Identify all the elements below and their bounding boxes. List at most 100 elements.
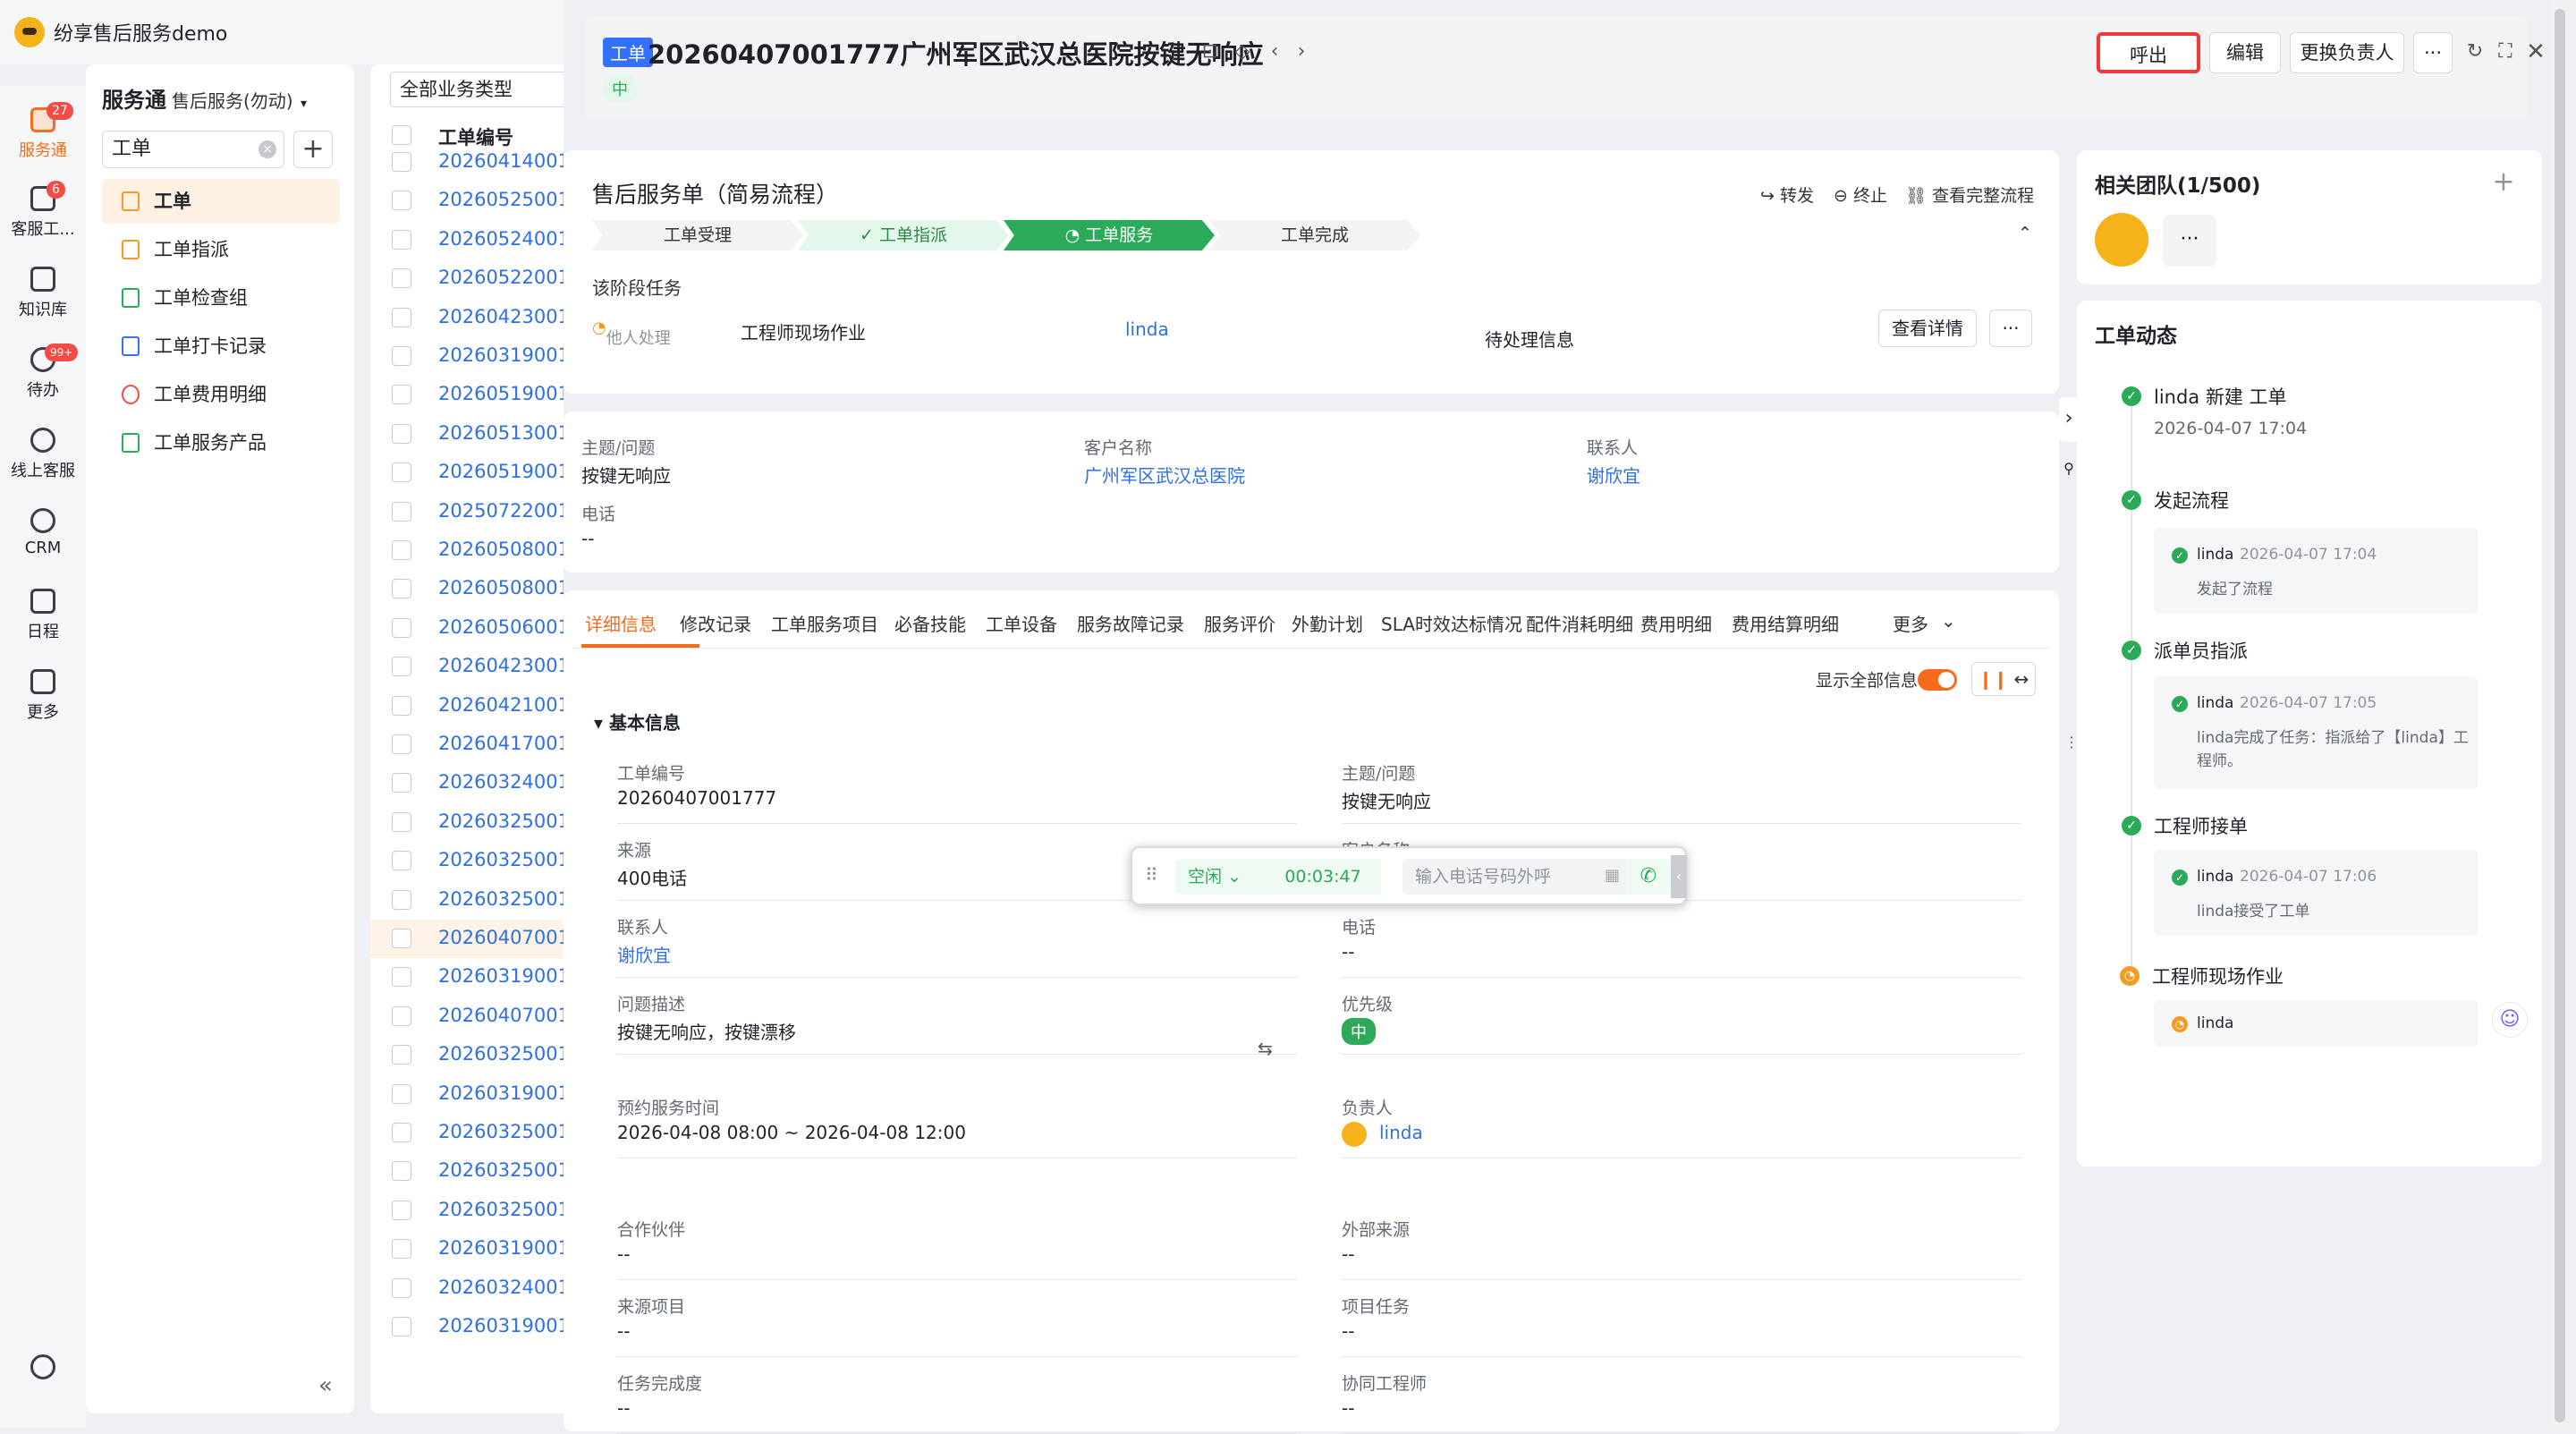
- list-item[interactable]: 202603190017: [370, 958, 564, 997]
- workorder-no[interactable]: 202603190017: [438, 965, 564, 987]
- row-checkbox[interactable]: [392, 501, 411, 522]
- row-checkbox[interactable]: [392, 268, 411, 289]
- settings-button[interactable]: [0, 1354, 86, 1385]
- row-checkbox[interactable]: [392, 695, 411, 716]
- list-item[interactable]: 202605250017: [370, 182, 564, 220]
- lock-icon[interactable]: ⊡: [1197, 39, 1224, 66]
- nav-item-checkin[interactable]: 工单打卡记录: [102, 324, 340, 369]
- rail-item-crm[interactable]: CRM: [0, 508, 86, 557]
- list-item[interactable]: 202604140017: [370, 143, 564, 182]
- workorder-no[interactable]: 202605060017: [438, 616, 564, 638]
- nav-subtitle[interactable]: 售后服务(勿动): [172, 90, 293, 112]
- nav-item-product[interactable]: 工单服务产品: [102, 420, 340, 465]
- next-icon[interactable]: ›: [1288, 39, 1315, 66]
- view-flow-button[interactable]: ⛓ 查看完整流程: [1905, 182, 2034, 207]
- workorder-no[interactable]: 202603240017: [438, 1277, 564, 1298]
- row-checkbox[interactable]: [392, 579, 411, 599]
- more-icon[interactable]: ···: [2413, 32, 2453, 73]
- collapse-up-icon[interactable]: ⌃: [2018, 224, 2032, 243]
- swap-icon[interactable]: ⇆: [1258, 1038, 1273, 1059]
- row-checkbox[interactable]: [392, 811, 411, 832]
- workorder-no[interactable]: 202603190017: [438, 1315, 564, 1336]
- workorder-no[interactable]: 202603250017: [438, 1043, 564, 1065]
- row-checkbox[interactable]: [392, 1200, 411, 1220]
- row-checkbox[interactable]: [392, 734, 411, 754]
- row-checkbox[interactable]: [392, 385, 411, 405]
- row-checkbox[interactable]: [392, 889, 411, 910]
- dial-icon[interactable]: ✆: [1626, 859, 1671, 895]
- workorder-no[interactable]: 202604230017: [438, 655, 564, 676]
- list-item[interactable]: 202605060017: [370, 609, 564, 648]
- tag-icon[interactable]: ◇: [1229, 39, 1256, 66]
- list-item[interactable]: 202605130017: [370, 415, 564, 454]
- workorder-no[interactable]: 202603250017: [438, 1199, 564, 1220]
- workorder-no[interactable]: 202603250017: [438, 849, 564, 870]
- tab-4[interactable]: 工单设备: [986, 610, 1057, 636]
- contact-value[interactable]: 谢欣宜: [617, 941, 671, 967]
- workorder-no[interactable]: 202604070017: [438, 927, 564, 948]
- row-checkbox[interactable]: [392, 657, 411, 677]
- row-checkbox[interactable]: [392, 967, 411, 988]
- clear-icon[interactable]: ×: [258, 140, 276, 158]
- stop-button[interactable]: ⊖ 终止: [1834, 182, 1887, 207]
- workorder-no[interactable]: 202604070017: [438, 1005, 564, 1026]
- row-checkbox[interactable]: [392, 1083, 411, 1104]
- tab-3[interactable]: 必备技能: [894, 610, 966, 636]
- workorder-no[interactable]: 202603190017: [438, 344, 564, 366]
- dial-input[interactable]: 输入电话号码外呼: [1402, 859, 1626, 895]
- change-owner-button[interactable]: 更换负责人: [2290, 32, 2404, 73]
- tab-6[interactable]: 服务评价: [1204, 610, 1275, 636]
- team-add-icon[interactable]: +: [2485, 165, 2522, 202]
- refresh-icon[interactable]: ↻: [2462, 39, 2488, 66]
- workorder-no[interactable]: 202605250017: [438, 189, 564, 210]
- activity-user[interactable]: linda: [2197, 694, 2233, 712]
- page-scrollbar[interactable]: [2551, 0, 2569, 1430]
- fullscreen-icon[interactable]: ⛶: [2492, 39, 2519, 66]
- task-assignee[interactable]: linda: [1125, 318, 1169, 340]
- list-item[interactable]: 202603250017: [370, 881, 564, 920]
- list-item[interactable]: 202605240017: [370, 221, 564, 259]
- row-checkbox[interactable]: [392, 1161, 411, 1182]
- tab-10[interactable]: 费用明细: [1640, 610, 1712, 636]
- list-item[interactable]: 202603250017: [370, 803, 564, 842]
- contact-link[interactable]: 谢欣宜: [1587, 462, 1640, 488]
- chevron-down-icon[interactable]: ⌄: [1941, 610, 1956, 632]
- list-item[interactable]: 202605190017: [370, 376, 564, 414]
- tab-5[interactable]: 服务故障记录: [1077, 610, 1184, 636]
- step-assign[interactable]: ✓ 工单指派: [798, 220, 1009, 250]
- rail-item-chat[interactable]: 线上客服: [0, 428, 86, 481]
- avatar[interactable]: [2095, 213, 2148, 267]
- row-checkbox[interactable]: [392, 1277, 411, 1298]
- activity-user[interactable]: linda: [2197, 868, 2233, 886]
- row-checkbox[interactable]: [392, 617, 411, 638]
- show-all-toggle[interactable]: [1918, 669, 1957, 691]
- row-checkbox[interactable]: [392, 191, 411, 211]
- customer-link[interactable]: 广州军区武汉总医院: [1084, 462, 1245, 488]
- forward-button[interactable]: ↪ 转发: [1760, 182, 1814, 207]
- chevron-down-icon[interactable]: ▾: [301, 97, 307, 111]
- workorder-no[interactable]: 202603190017: [438, 1237, 564, 1259]
- workorder-no[interactable]: 202604210017: [438, 694, 564, 716]
- close-icon[interactable]: ✕: [2522, 39, 2549, 66]
- list-item[interactable]: 202603250017: [370, 1036, 564, 1074]
- tab-9[interactable]: 配件消耗明细: [1526, 610, 1633, 636]
- workorder-no[interactable]: 202603250017: [438, 810, 564, 832]
- list-item[interactable]: 202605080017: [370, 531, 564, 570]
- list-item[interactable]: 202603190017: [370, 1075, 564, 1114]
- tab-8[interactable]: SLA时效达标情况: [1381, 610, 1522, 636]
- workorder-no[interactable]: 202605190017: [438, 461, 564, 482]
- step-accept[interactable]: 工单受理: [592, 220, 803, 250]
- section-basic-info[interactable]: ▾ 基本信息: [594, 709, 681, 734]
- collapse-icon[interactable]: «: [318, 1372, 333, 1399]
- row-checkbox[interactable]: [392, 1239, 411, 1260]
- workorder-no[interactable]: 202603240017: [438, 771, 564, 793]
- rail-item-calendar[interactable]: 日程: [0, 589, 86, 642]
- workorder-no[interactable]: 202603250017: [438, 1159, 564, 1181]
- list-item[interactable]: 202603190017: [370, 337, 564, 376]
- row-checkbox[interactable]: [392, 229, 411, 250]
- rail-item-more[interactable]: 更多: [0, 669, 86, 723]
- row-checkbox[interactable]: [392, 1317, 411, 1336]
- nav-item-checkgroup[interactable]: 工单检查组: [102, 276, 340, 320]
- pin-icon[interactable]: ⚲: [2059, 460, 2079, 487]
- tab-7[interactable]: 外勤计划: [1292, 610, 1363, 636]
